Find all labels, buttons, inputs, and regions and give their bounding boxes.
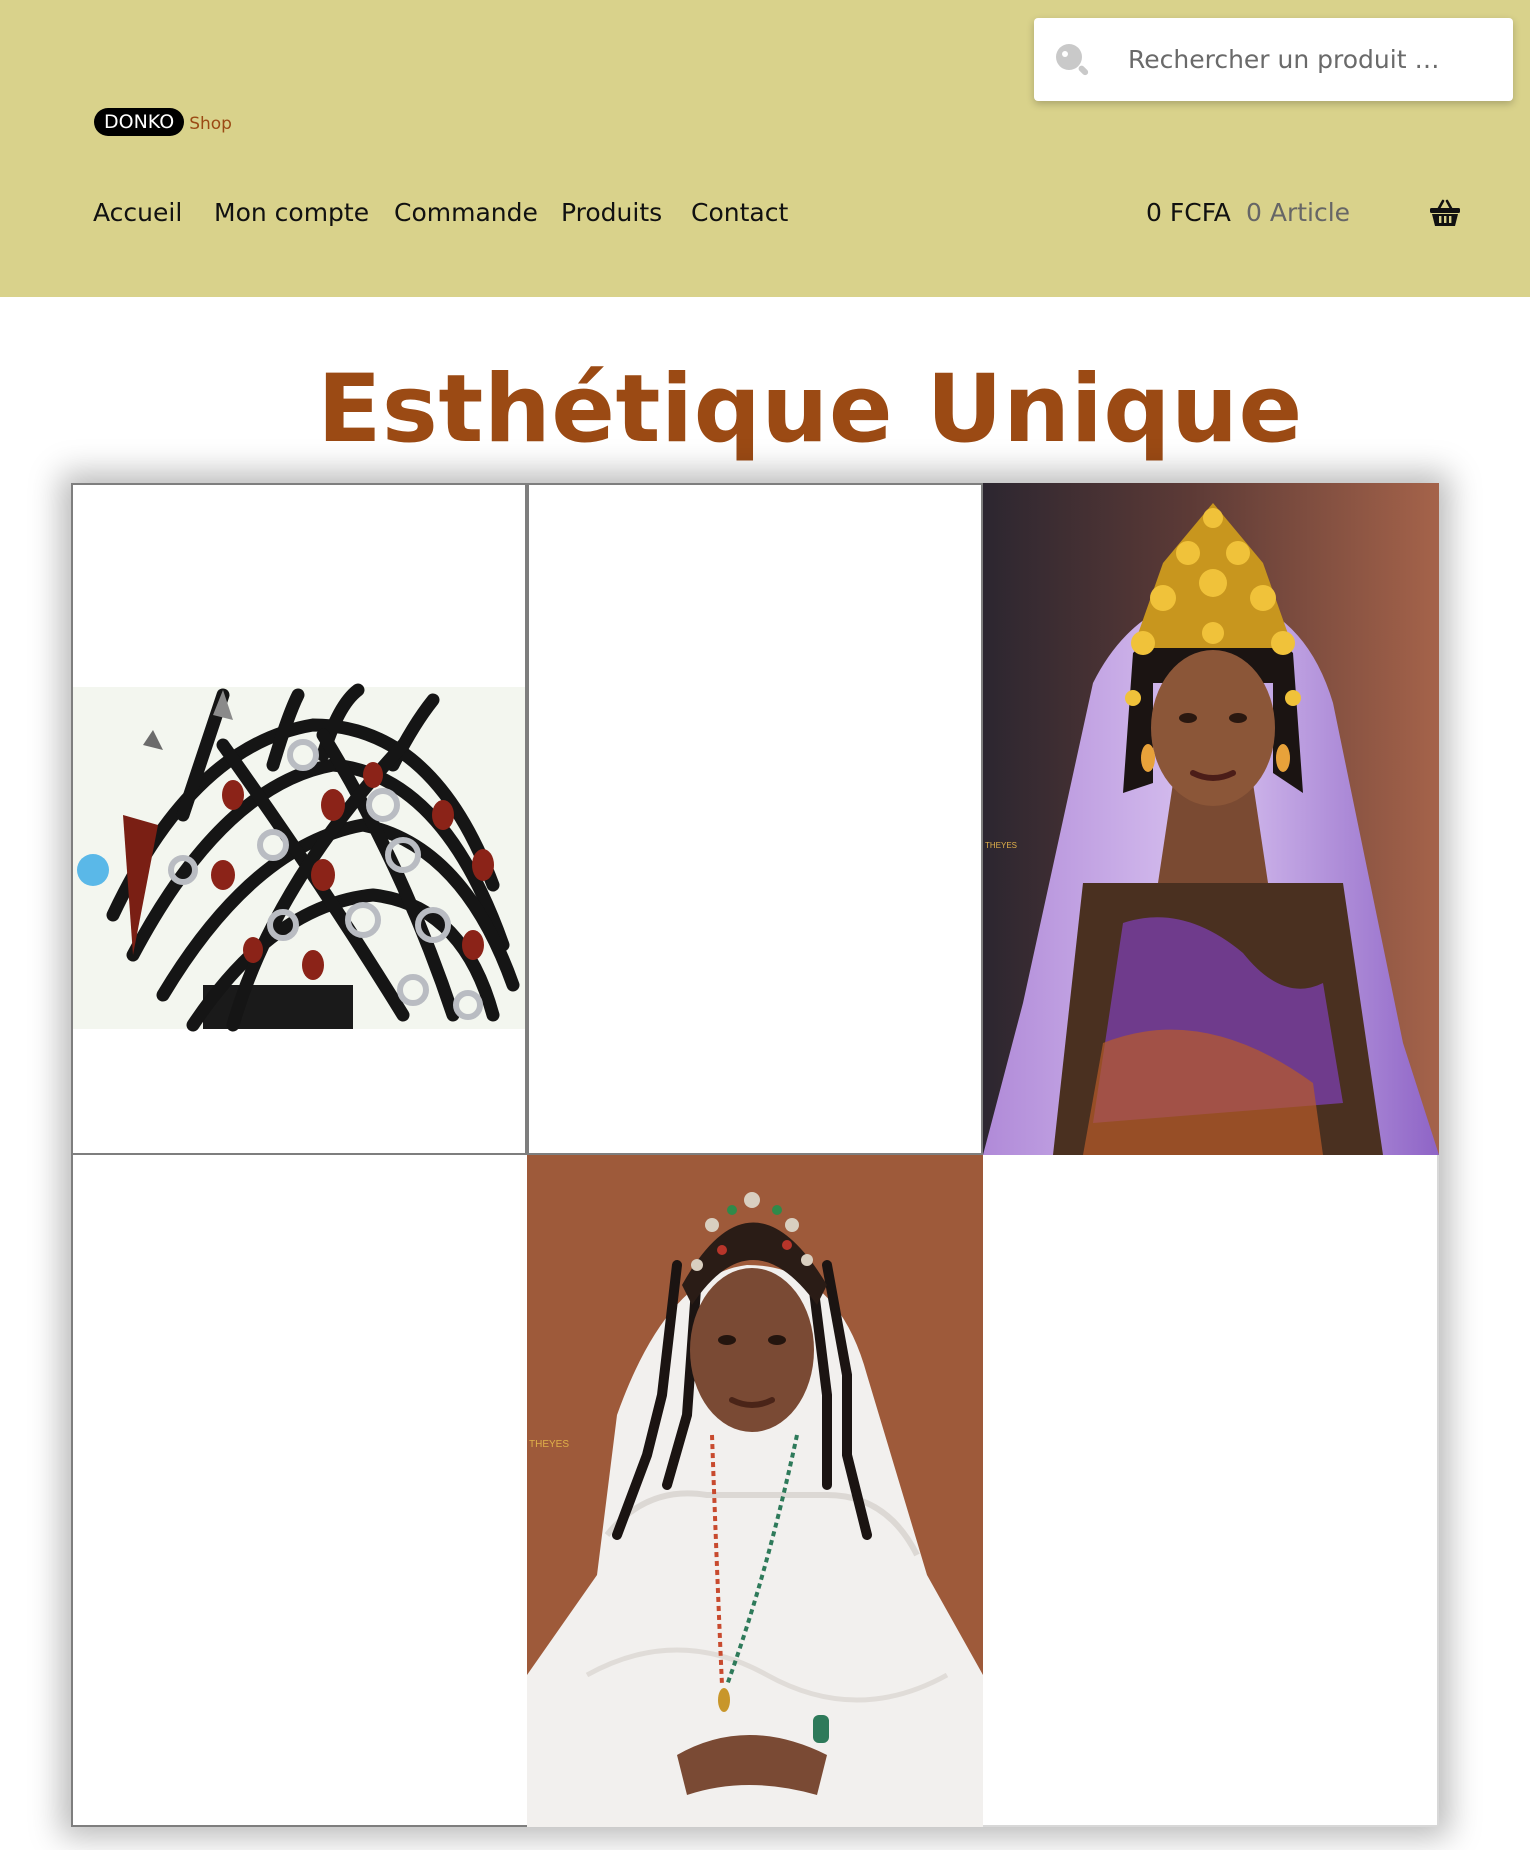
cart-count[interactable]: 0 Article [1246,198,1350,227]
svg-text:THEYES: THEYES [529,1439,569,1450]
logo-brand: DONKO [94,108,185,136]
headdress-image [73,683,525,1032]
search-box[interactable] [1034,18,1513,101]
logo-suffix: Shop [189,114,232,134]
braids-portrait-image: THEYES [527,1155,983,1827]
page-title: Esthétique Unique [317,355,1303,464]
search-icon [1056,44,1089,76]
gallery-item-empty [71,1155,527,1827]
cart-total[interactable]: 0 FCFA [1146,198,1231,227]
nav-accueil[interactable]: Accueil [93,198,182,227]
gallery-item-braids-portrait[interactable]: THEYES [527,1155,983,1827]
search-input[interactable] [1128,18,1498,101]
nav-contact[interactable]: Contact [691,198,788,227]
gallery-item-empty [983,1155,1439,1827]
nav-mon-compte[interactable]: Mon compte [214,198,369,227]
gallery-item-crown-portrait[interactable]: THEYES [983,483,1439,1155]
crown-portrait-image: THEYES [983,483,1439,1155]
site-header: DONKO Shop Accueil Mon compte Commande P… [0,0,1530,297]
image-gallery: THEYES THEYES [71,483,1439,1827]
svg-text:THEYES: THEYES [985,841,1017,850]
site-logo[interactable]: DONKO Shop [94,108,232,136]
nav-commande[interactable]: Commande [394,198,538,227]
gallery-item-headdress[interactable] [71,483,527,1155]
basket-icon[interactable] [1429,199,1461,227]
gallery-item-empty [527,483,983,1155]
nav-produits[interactable]: Produits [561,198,662,227]
